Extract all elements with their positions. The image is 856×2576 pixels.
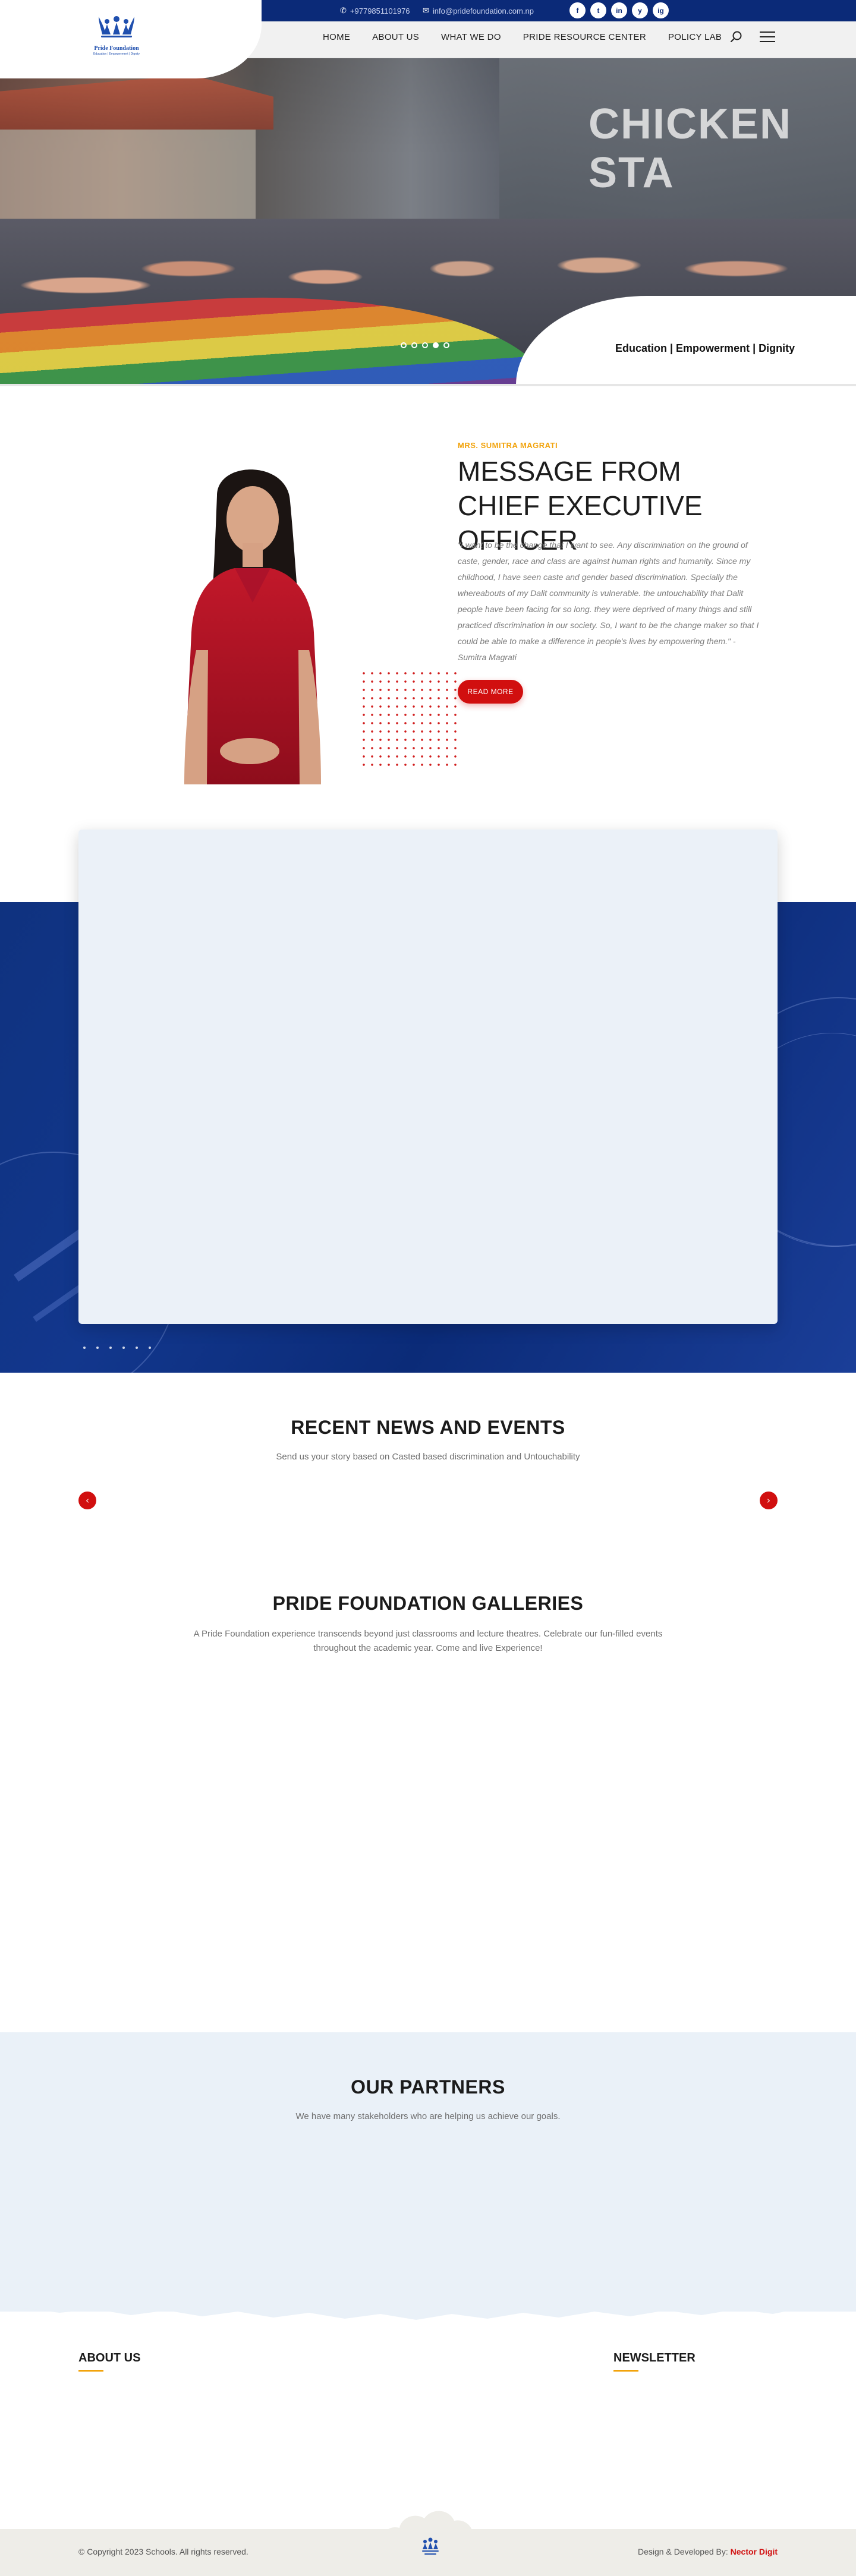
- mail-icon: ✉: [423, 6, 429, 15]
- developer-link[interactable]: Nector Digit: [731, 2547, 778, 2556]
- slider-dot[interactable]: [401, 342, 407, 348]
- news-section-title: RECENT NEWS AND EVENTS: [291, 1417, 565, 1438]
- footer-logo[interactable]: [417, 2534, 444, 2561]
- nav-what-we-do[interactable]: WHAT WE DO: [441, 32, 501, 42]
- footer-about-underline: [78, 2370, 103, 2372]
- phone-contact[interactable]: ✆ +9779851101976: [340, 5, 410, 17]
- phone-number: +9779851101976: [350, 6, 410, 15]
- slider-dots: [401, 342, 449, 348]
- twitter-icon[interactable]: t: [590, 2, 606, 18]
- torn-paper-divider: [0, 2294, 856, 2320]
- read-more-button[interactable]: READ MORE: [458, 680, 523, 704]
- copyright-text: © Copyright 2023 Schools. All rights res…: [78, 2547, 248, 2556]
- footer-newsletter-heading: NEWSLETTER: [613, 2351, 696, 2364]
- facebook-icon[interactable]: f: [569, 2, 586, 18]
- credit-prefix: Design & Developed By:: [638, 2547, 728, 2556]
- hero-photo-sign: CHICKEN STA: [588, 100, 792, 197]
- news-section-subtitle: Send us your story based on Casted based…: [276, 1452, 580, 1462]
- slider-dot[interactable]: [411, 342, 417, 348]
- slider-dot[interactable]: [422, 342, 428, 348]
- hero-tagline: Education | Empowerment | Dignity: [615, 342, 795, 354]
- developer-credit: Design & Developed By: Nector Digit: [638, 2547, 778, 2556]
- hero-divider: [0, 384, 856, 386]
- video-embed-panel[interactable]: [78, 830, 778, 1324]
- linkedin-icon[interactable]: in: [611, 2, 627, 18]
- galleries-subtitle-line-1: A Pride Foundation experience transcends…: [193, 1629, 663, 1639]
- hero-slider: CHICKEN STA Education | Empowerment | Di…: [0, 58, 856, 384]
- logo-panel: Pride Foundation Education | Empowerment…: [0, 0, 262, 78]
- email-address: info@pridefoundation.com.np: [432, 6, 534, 15]
- logo-tagline: Education | Empowerment | Dignity: [93, 52, 140, 56]
- social-links: f t in y ig: [569, 2, 669, 18]
- nav-home[interactable]: HOME: [323, 32, 350, 42]
- phone-icon: ✆: [340, 6, 347, 15]
- galleries-subtitle-line-2: throughout the academic year. Come and l…: [313, 1643, 543, 1653]
- instagram-icon[interactable]: ig: [653, 2, 669, 18]
- youtube-icon[interactable]: y: [632, 2, 648, 18]
- news-next-arrow-icon[interactable]: ›: [760, 1492, 778, 1509]
- hero-photo-wall: [0, 130, 256, 225]
- slider-dot-active[interactable]: [433, 342, 439, 348]
- hamburger-menu-icon[interactable]: [760, 31, 775, 42]
- main-nav: HOME ABOUT US WHAT WE DO PRIDE RESOURCE …: [323, 32, 722, 42]
- nav-policy-lab[interactable]: POLICY LAB: [668, 32, 722, 42]
- partners-section-title: OUR PARTNERS: [351, 2076, 505, 2098]
- nav-pride-resource-center[interactable]: PRIDE RESOURCE CENTER: [523, 32, 646, 42]
- ceo-quote: "I want to be the change that I want to …: [458, 540, 759, 662]
- nav-about-us[interactable]: ABOUT US: [372, 32, 419, 42]
- email-contact[interactable]: ✉ info@pridefoundation.com.np: [423, 5, 534, 17]
- partners-section: [0, 2032, 856, 2312]
- footer-about-heading: ABOUT US: [78, 2351, 141, 2364]
- search-icon[interactable]: [730, 30, 743, 43]
- logo-name: Pride Foundation: [94, 45, 139, 52]
- galleries-section-title: PRIDE FOUNDATION GALLERIES: [272, 1593, 584, 1614]
- ceo-portrait: [184, 469, 321, 784]
- footer-newsletter-underline: [613, 2370, 638, 2372]
- footer-cloud-decoration: [383, 2511, 474, 2539]
- slider-dot[interactable]: [443, 342, 449, 348]
- decorative-dot-grid: [360, 669, 461, 770]
- page: Pride Foundation Education | Empowerment…: [0, 0, 856, 2576]
- partners-section-subtitle: We have many stakeholders who are helpin…: [295, 2111, 561, 2121]
- news-prev-arrow-icon[interactable]: ‹: [78, 1492, 96, 1509]
- ceo-name: MRS. SUMITRA MAGRATI: [458, 441, 558, 450]
